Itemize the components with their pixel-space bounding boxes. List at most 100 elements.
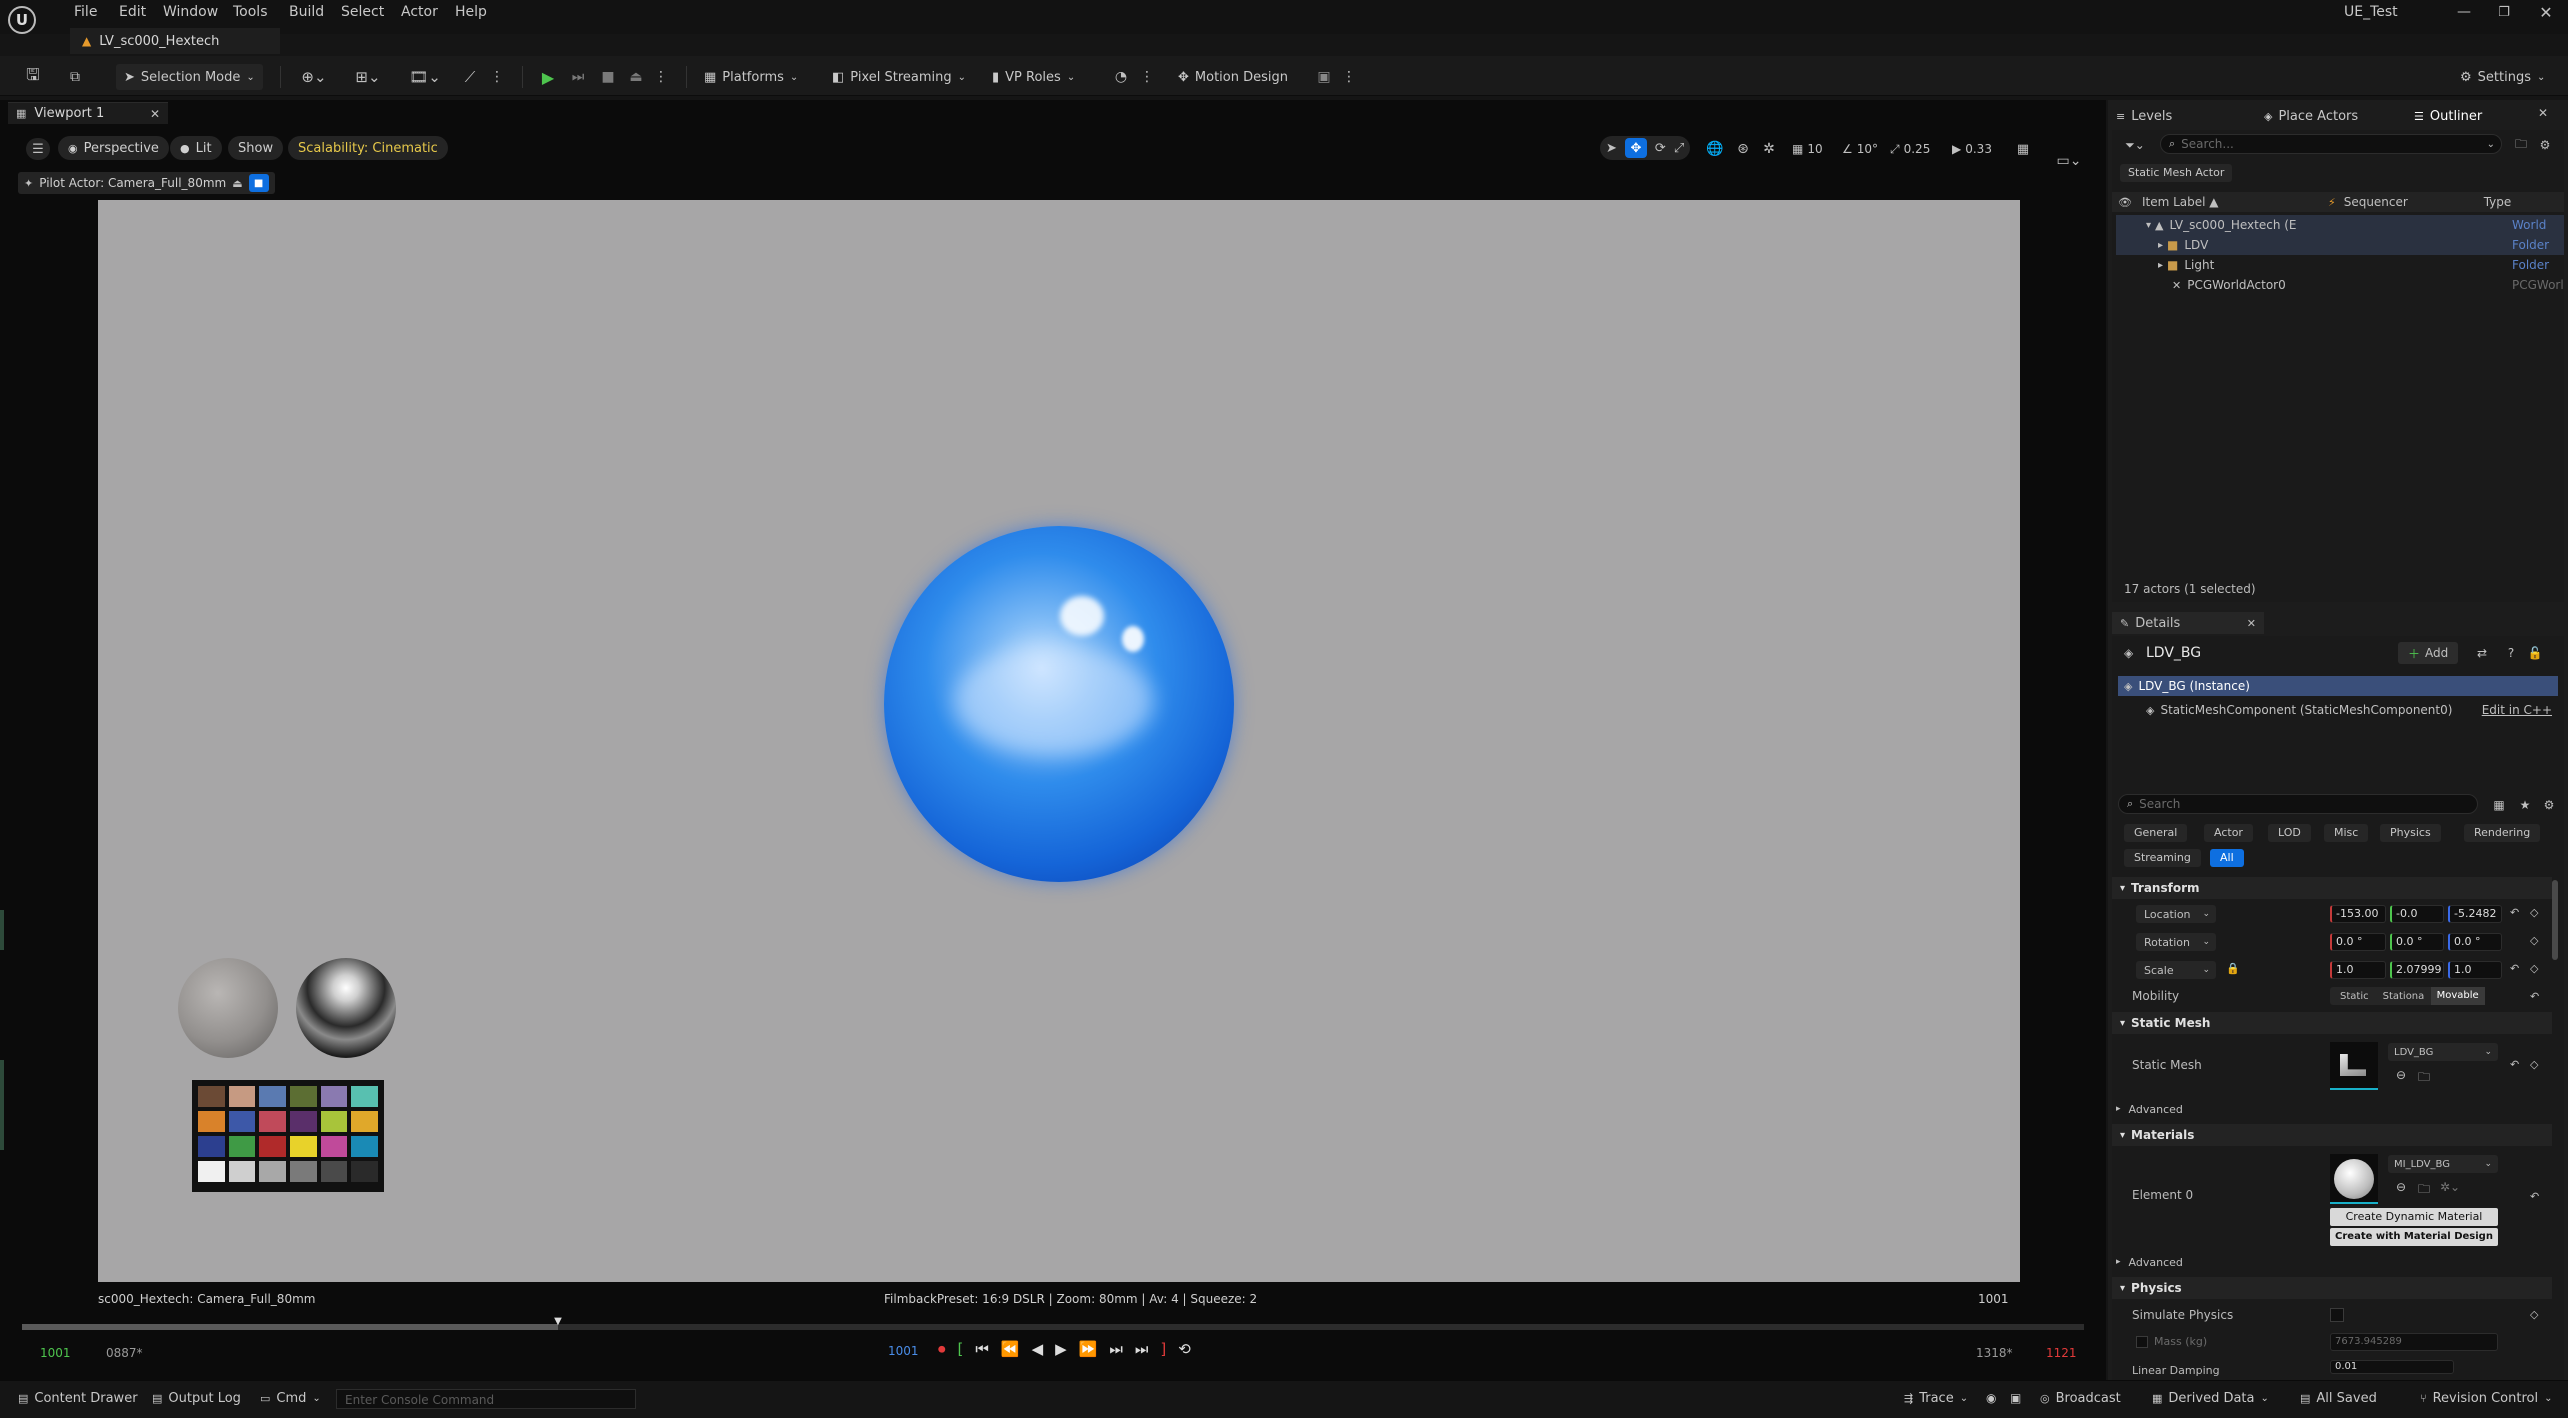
next-key-icon[interactable]: ⏭	[1109, 1340, 1123, 1358]
reset-icon[interactable]: ↶	[2510, 1058, 2519, 1071]
move-tool-icon[interactable]: ✥	[1624, 138, 1647, 158]
more-options-icon[interactable]: ⋮	[1342, 66, 1356, 88]
filter-tab-rendering[interactable]: Rendering	[2464, 824, 2541, 842]
level-tab[interactable]: ▲ LV_sc000_Hextech	[70, 28, 280, 54]
close-icon[interactable]: ✕	[2538, 106, 2548, 120]
step-forward-icon[interactable]: ⏩	[1079, 1340, 1098, 1358]
scale-dropdown[interactable]: Scale ⌄	[2136, 961, 2216, 979]
motion-design-button[interactable]: ✥ Motion Design	[1170, 64, 1296, 90]
visibility-icon[interactable]: 👁	[2118, 196, 2132, 209]
trace-button[interactable]: ⇶ Trace ⌄	[1904, 1391, 1968, 1406]
rotation-x-field[interactable]: 0.0 °	[2330, 933, 2386, 951]
reset-icon[interactable]: ↶	[2530, 1190, 2539, 1203]
play-forward-icon[interactable]: ▶	[1055, 1340, 1067, 1358]
cinematics-icon[interactable]: 🎞⌄	[404, 66, 446, 88]
reset-icon[interactable]: ↶	[2510, 906, 2519, 919]
skip-start-icon[interactable]: ⏮	[975, 1340, 989, 1358]
grey-ball[interactable]	[178, 958, 278, 1058]
mass-checkbox[interactable]	[2136, 1336, 2148, 1348]
add-folder-icon[interactable]: 🗀	[2512, 136, 2530, 154]
keyframe-icon[interactable]: ◇	[2530, 1308, 2538, 1321]
filter-icon[interactable]: ⏷⌄	[2120, 136, 2150, 154]
use-selected-icon[interactable]: ⊖	[2396, 1068, 2406, 1082]
more-options-icon[interactable]: ⋮	[1140, 66, 1154, 88]
menu-edit[interactable]: Edit	[119, 2, 146, 22]
color-checker-chart[interactable]	[192, 1080, 384, 1192]
reset-icon[interactable]: ↶	[2510, 962, 2519, 975]
unreal-logo-icon[interactable]: U	[8, 6, 36, 34]
help-icon[interactable]: ?	[2502, 644, 2520, 662]
cmd-dropdown[interactable]: ▭ Cmd ⌄	[260, 1391, 321, 1406]
menu-tools[interactable]: Tools	[233, 2, 268, 22]
skip-end-icon[interactable]: ⏭	[1135, 1340, 1149, 1358]
static-mesh-advanced[interactable]: ▸ Advanced	[2116, 1100, 2183, 1118]
location-x-field[interactable]: -153.00	[2330, 905, 2386, 923]
eject-pilot-icon[interactable]: ⏏	[232, 177, 242, 190]
filter-tab-streaming[interactable]: Streaming	[2124, 849, 2201, 867]
play-icon[interactable]: ▶	[536, 66, 560, 88]
selection-mode-button[interactable]: ➤ Selection Mode ⌄	[116, 64, 263, 90]
filter-tab-actor[interactable]: Actor	[2204, 824, 2253, 842]
location-z-field[interactable]: -5.2482	[2448, 905, 2502, 923]
location-dropdown[interactable]: Location ⌄	[2136, 905, 2216, 923]
scale-tool-icon[interactable]: ⤢	[1674, 141, 1684, 156]
menu-build[interactable]: Build	[289, 2, 324, 22]
timeline-track[interactable]	[22, 1324, 2084, 1330]
filter-tab-physics[interactable]: Physics	[2380, 824, 2441, 842]
filter-chip[interactable]: Static Mesh Actor	[2120, 164, 2233, 182]
browse-icon[interactable]: 🗀	[2418, 1068, 2430, 1089]
materials-advanced[interactable]: ▸ Advanced	[2116, 1253, 2183, 1271]
gear-icon[interactable]: ⚙	[2536, 136, 2554, 154]
lock-icon[interactable]: 🔓	[2526, 644, 2544, 662]
minimize-icon[interactable]: —	[2454, 2, 2474, 22]
close-icon[interactable]: ✕	[150, 107, 160, 121]
close-window-icon[interactable]: ✕	[2536, 2, 2556, 22]
show-button[interactable]: Show	[228, 136, 284, 160]
maximize-icon[interactable]: ❐	[2494, 2, 2514, 22]
hamburger-menu-icon[interactable]: ☰	[26, 138, 50, 160]
mark-out-icon[interactable]: ]	[1160, 1340, 1166, 1358]
details-tab[interactable]: ✎ Details ✕	[2112, 612, 2264, 634]
menu-file[interactable]: File	[74, 2, 97, 22]
mobility-stationary[interactable]: Stationa	[2379, 991, 2431, 1002]
mark-in-icon[interactable]: [	[958, 1340, 964, 1358]
more-options-icon[interactable]: ⋮	[490, 66, 504, 88]
step-icon[interactable]: ⏭	[566, 66, 590, 88]
modes-icon[interactable]: ⟋	[458, 66, 482, 88]
use-selected-icon[interactable]: ⊖	[2396, 1180, 2406, 1194]
material-thumbnail[interactable]	[2330, 1154, 2378, 1204]
filter-tab-all[interactable]: All	[2210, 849, 2244, 867]
expand-arrow-icon[interactable]: ▾	[2146, 220, 2151, 231]
step-back-icon[interactable]: ◀	[1032, 1340, 1044, 1358]
keyframe-icon[interactable]: ◇	[2530, 962, 2538, 975]
record-status-icon[interactable]: ◉	[1986, 1391, 1996, 1405]
pixel-streaming-button[interactable]: ◧ Pixel Streaming ⌄	[824, 64, 974, 90]
mobility-static[interactable]: Static	[2330, 991, 2379, 1002]
filter-tab-lod[interactable]: LOD	[2268, 824, 2311, 842]
scale-y-field[interactable]: 2.07999	[2390, 961, 2444, 979]
simulate-physics-checkbox[interactable]	[2330, 1308, 2344, 1322]
play-options-icon[interactable]: ⋮	[654, 66, 668, 88]
materials-section-header[interactable]: ▾ Materials	[2112, 1124, 2552, 1146]
outliner-row-pcg[interactable]: ✕ PCGWorldActor0 PCGWorld	[2116, 275, 2564, 295]
rotation-z-field[interactable]: 0.0 °	[2448, 933, 2502, 951]
filter-tab-misc[interactable]: Misc	[2324, 824, 2369, 842]
outliner-search-box[interactable]: ⌕ Search... ⌄	[2160, 134, 2502, 154]
outliner-row-light[interactable]: ▸ ■ Light Folder	[2116, 255, 2564, 275]
output-log-button[interactable]: ▤ Output Log	[152, 1391, 241, 1406]
component-instance-row[interactable]: ◈ LDV_BG (Instance)	[2118, 676, 2558, 696]
filter-tab-general[interactable]: General	[2124, 824, 2188, 842]
tab-levels[interactable]: ≡ Levels	[2116, 104, 2172, 128]
favorite-star-icon[interactable]: ★	[2516, 796, 2534, 814]
loop-icon[interactable]: ⟲	[1178, 1340, 1191, 1358]
mass-field[interactable]: 7673.945289	[2330, 1333, 2498, 1351]
broadcast-button[interactable]: ◎ Broadcast	[2040, 1391, 2121, 1406]
blueprint-convert-icon[interactable]: ⇄	[2472, 644, 2492, 662]
static-mesh-section-header[interactable]: ▾ Static Mesh	[2112, 1012, 2552, 1034]
details-scrollbar[interactable]	[2552, 880, 2558, 960]
keyframe-icon[interactable]: ◇	[2530, 1058, 2538, 1071]
outliner-search-input[interactable]: Search...	[2181, 137, 2234, 151]
static-mesh-dropdown[interactable]: LDV_BG ⌄	[2388, 1043, 2498, 1061]
menu-actor[interactable]: Actor	[401, 2, 438, 22]
tab-outliner[interactable]: ☰ Outliner	[2414, 104, 2482, 128]
